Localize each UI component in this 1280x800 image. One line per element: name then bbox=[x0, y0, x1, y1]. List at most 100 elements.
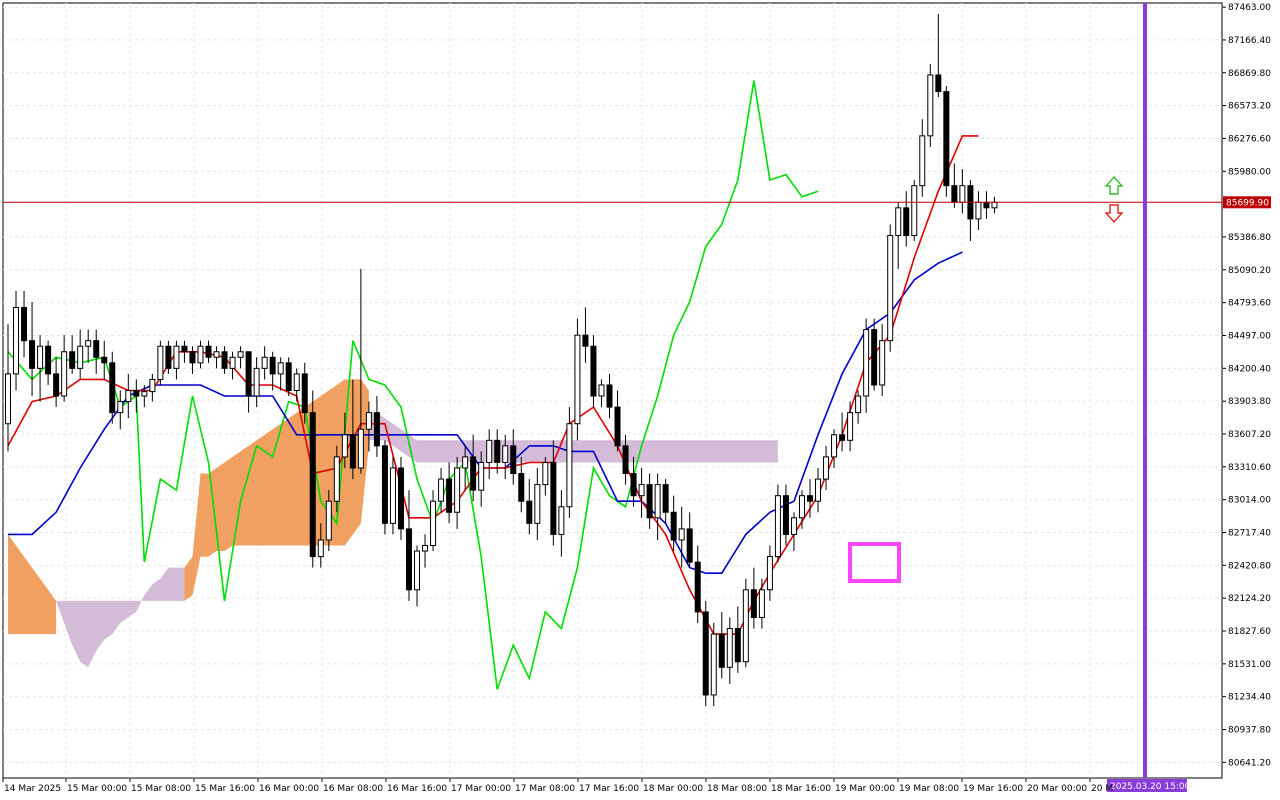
candle-body bbox=[550, 461, 557, 535]
x-tick-label: 20 Mar 00:00 bbox=[1027, 784, 1087, 794]
candle-body bbox=[269, 356, 276, 375]
candle-body bbox=[855, 395, 862, 414]
candle-body bbox=[285, 362, 292, 392]
candle-body bbox=[253, 367, 260, 397]
candle-body bbox=[237, 351, 244, 358]
y-tick-label: 83014.00 bbox=[1228, 496, 1271, 506]
candle-body bbox=[133, 390, 140, 397]
time-marker-label: 2025.03.20 15:00 bbox=[1110, 782, 1191, 792]
candle-body bbox=[790, 517, 797, 535]
y-tick-label: 82420.80 bbox=[1228, 561, 1271, 571]
x-tick-label: 17 Mar 08:00 bbox=[515, 784, 575, 794]
x-tick-label: 19 Mar 16:00 bbox=[963, 784, 1023, 794]
candle-body bbox=[774, 495, 781, 558]
candle-body bbox=[534, 484, 541, 524]
candle-body bbox=[381, 445, 388, 524]
y-tick-label: 81827.60 bbox=[1228, 627, 1271, 637]
candle-body bbox=[766, 556, 773, 591]
y-tick-label: 84793.60 bbox=[1228, 299, 1271, 309]
x-tick-label: 17 Mar 16:00 bbox=[579, 784, 639, 794]
candle-body bbox=[173, 345, 180, 369]
candle-body bbox=[935, 74, 942, 93]
x-tick-label: 17 Mar 00:00 bbox=[451, 784, 511, 794]
candle-body bbox=[165, 345, 172, 369]
candle-body bbox=[807, 495, 813, 502]
candle-body bbox=[662, 484, 669, 513]
candle-body bbox=[646, 484, 653, 519]
current-price-label: 85699.90 bbox=[1226, 198, 1269, 208]
candle-body bbox=[29, 340, 36, 369]
candle-body bbox=[831, 434, 838, 458]
y-tick-label: 87463.00 bbox=[1228, 3, 1271, 13]
y-tick-label: 81531.00 bbox=[1228, 660, 1271, 670]
candle-body bbox=[839, 434, 846, 441]
candle-body bbox=[798, 495, 805, 519]
candle-body bbox=[53, 373, 60, 397]
y-tick-label: 83310.60 bbox=[1228, 463, 1271, 473]
candle-body bbox=[943, 91, 950, 187]
candle-body bbox=[45, 345, 52, 375]
candle-body bbox=[117, 401, 124, 414]
candle-body bbox=[494, 439, 501, 463]
x-tick-label: 19 Mar 00:00 bbox=[835, 784, 895, 794]
y-tick-label: 85386.80 bbox=[1228, 233, 1271, 243]
candle-body bbox=[325, 500, 332, 541]
candle-body bbox=[951, 185, 958, 203]
candle-body bbox=[470, 456, 477, 491]
candle-body bbox=[694, 561, 701, 613]
candle-body bbox=[221, 351, 228, 369]
candle-body bbox=[678, 528, 685, 541]
candle-body bbox=[85, 340, 92, 347]
x-tick-label: 16 Mar 08:00 bbox=[323, 784, 383, 794]
candle-body bbox=[21, 306, 28, 342]
candle-body bbox=[718, 633, 725, 668]
candle-body bbox=[887, 235, 894, 342]
candle-body bbox=[502, 445, 509, 463]
candle-body bbox=[414, 550, 421, 591]
x-tick-label: 15 Mar 16:00 bbox=[195, 784, 255, 794]
candle-body bbox=[261, 356, 268, 369]
y-tick-label: 84200.40 bbox=[1228, 364, 1271, 374]
x-tick-label: 20 M bbox=[1091, 784, 1113, 794]
candle-body bbox=[823, 456, 830, 480]
candle-body bbox=[157, 345, 164, 380]
candle-body bbox=[903, 207, 910, 236]
candle-body bbox=[686, 528, 693, 563]
x-tick-label: 19 Mar 08:00 bbox=[899, 784, 959, 794]
candle-body bbox=[598, 384, 605, 397]
candle-body bbox=[13, 306, 20, 375]
ichimoku-chart: 85699.90 2025.03.20 15:00 87463.00 87166.4… bbox=[2, 2, 1271, 794]
y-tick-label: 80641.20 bbox=[1228, 758, 1271, 768]
candle-body bbox=[149, 378, 156, 393]
candle-body bbox=[630, 473, 637, 497]
candle-body bbox=[430, 500, 437, 547]
candle-body bbox=[317, 539, 324, 558]
candle-body bbox=[750, 589, 757, 618]
x-tick-label: 14 Mar 2025 bbox=[4, 784, 61, 794]
candle-body bbox=[397, 467, 404, 530]
y-tick-label: 83903.80 bbox=[1228, 397, 1271, 407]
candle-body bbox=[975, 201, 982, 220]
candle-body bbox=[245, 351, 252, 397]
candle-body bbox=[277, 362, 284, 375]
candle-body bbox=[373, 412, 380, 447]
candle-body bbox=[189, 351, 196, 364]
x-tick-label: 18 Mar 08:00 bbox=[707, 784, 767, 794]
candle-body bbox=[919, 135, 926, 187]
candle-body bbox=[341, 434, 348, 458]
candle-body bbox=[758, 589, 765, 618]
x-tick-label: 16 Mar 00:00 bbox=[259, 784, 319, 794]
candle-body bbox=[582, 334, 589, 347]
candle-body bbox=[229, 356, 236, 369]
candle-body bbox=[710, 633, 717, 696]
candle-body bbox=[614, 406, 621, 447]
y-tick-label: 83607.20 bbox=[1228, 430, 1271, 440]
candle-body bbox=[37, 345, 44, 369]
candle-body bbox=[101, 356, 108, 364]
candle-body bbox=[438, 478, 445, 502]
candle-body bbox=[542, 461, 549, 486]
candle-body bbox=[213, 351, 220, 358]
candle-body bbox=[702, 611, 709, 696]
candle-body bbox=[478, 461, 485, 491]
candle-body bbox=[141, 391, 148, 397]
